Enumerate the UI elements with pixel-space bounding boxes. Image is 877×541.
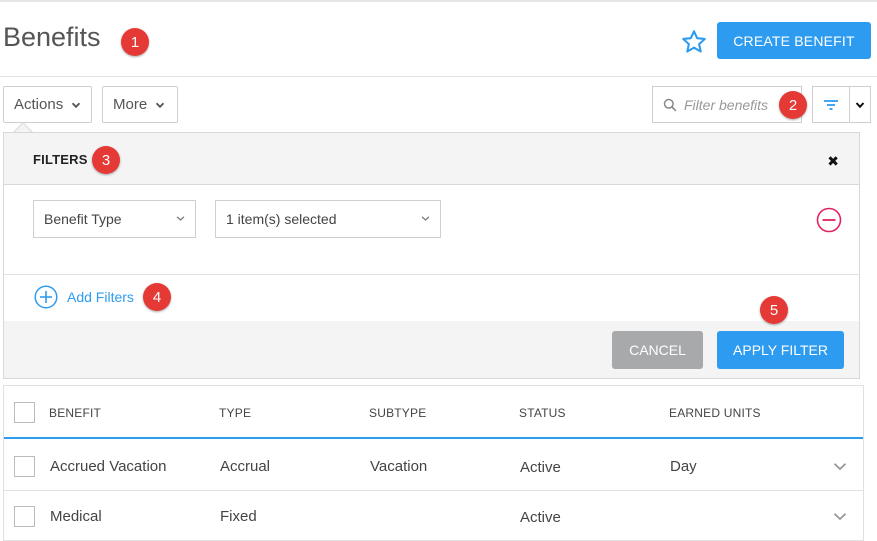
remove-circle-icon[interactable]	[816, 207, 842, 233]
header-divider	[0, 76, 877, 77]
create-benefit-button[interactable]: CREATE BENEFIT	[717, 22, 871, 59]
chevron-down-icon	[855, 101, 865, 108]
filter-value-select[interactable]: 1 item(s) selected	[215, 200, 441, 238]
filter-options-dropdown[interactable]	[849, 86, 871, 123]
filter-icon	[824, 99, 838, 110]
benefits-table: BENEFIT TYPE SUBTYPE STATUS EARNED UNITS…	[3, 385, 864, 541]
table-row[interactable]: Medical Fixed Active	[4, 491, 863, 541]
actions-dropdown[interactable]: Actions	[3, 86, 92, 123]
chevron-down-icon	[156, 102, 165, 108]
cell-benefit: Medical	[50, 508, 102, 525]
column-header-type[interactable]: TYPE	[219, 406, 251, 420]
column-header-subtype[interactable]: SUBTYPE	[369, 406, 426, 420]
column-header-status[interactable]: STATUS	[519, 406, 566, 420]
callout-badge-5: 5	[760, 296, 788, 324]
table-row[interactable]: Accrued Vacation Accrual Vacation Active…	[4, 441, 863, 491]
column-header-earned-units[interactable]: EARNED UNITS	[669, 406, 761, 420]
row-checkbox[interactable]	[14, 506, 35, 527]
add-filters-label: Add Filters	[67, 289, 134, 305]
filters-body-divider	[4, 274, 859, 275]
chevron-down-icon	[72, 102, 81, 108]
filter-field-value: Benefit Type	[44, 211, 122, 227]
actions-label: Actions	[14, 96, 64, 113]
cell-status: Active	[520, 459, 561, 476]
search-placeholder: Filter benefits	[684, 96, 769, 113]
search-icon	[663, 98, 677, 111]
filter-value-text: 1 item(s) selected	[226, 211, 337, 227]
filters-panel-header: FILTERS 3 ✖	[4, 133, 859, 185]
chevron-down-icon	[176, 216, 185, 221]
callout-badge-1: 1	[121, 28, 149, 56]
cell-subtype: Vacation	[370, 458, 428, 475]
top-border	[0, 0, 877, 2]
row-checkbox[interactable]	[14, 456, 35, 477]
apply-filter-button[interactable]: APPLY FILTER	[717, 331, 844, 369]
cell-benefit: Accrued Vacation	[50, 458, 167, 475]
cell-type: Accrual	[220, 458, 271, 475]
filter-field-select[interactable]: Benefit Type	[33, 200, 196, 238]
page-title: Benefits	[3, 22, 101, 52]
chevron-down-icon[interactable]	[833, 462, 847, 471]
cell-status: Active	[520, 509, 561, 526]
filters-panel: FILTERS 3 ✖ Benefit Type 1 item(s) selec…	[3, 132, 860, 379]
filters-title: FILTERS	[33, 152, 88, 167]
callout-badge-4: 4	[143, 283, 171, 311]
more-label: More	[113, 96, 148, 113]
add-circle-icon	[34, 285, 58, 309]
chevron-down-icon[interactable]	[833, 512, 847, 521]
select-all-checkbox[interactable]	[14, 402, 35, 423]
star-icon[interactable]	[680, 28, 708, 56]
filter-toggle-button[interactable]	[812, 86, 850, 123]
close-icon[interactable]: ✖	[827, 153, 839, 170]
callout-badge-3: 3	[92, 146, 120, 174]
callout-badge-2: 2	[779, 91, 807, 119]
cell-type: Fixed	[220, 508, 257, 525]
add-filters-link[interactable]: Add Filters	[34, 285, 134, 309]
more-dropdown[interactable]: More	[102, 86, 178, 123]
table-header: BENEFIT TYPE SUBTYPE STATUS EARNED UNITS	[4, 386, 863, 439]
chevron-down-icon	[421, 216, 430, 221]
column-header-benefit[interactable]: BENEFIT	[49, 406, 101, 420]
filters-panel-body: Benefit Type 1 item(s) selected Add Filt…	[4, 185, 859, 321]
cancel-button[interactable]: CANCEL	[612, 331, 703, 369]
cell-earned-units: Day	[670, 458, 697, 475]
